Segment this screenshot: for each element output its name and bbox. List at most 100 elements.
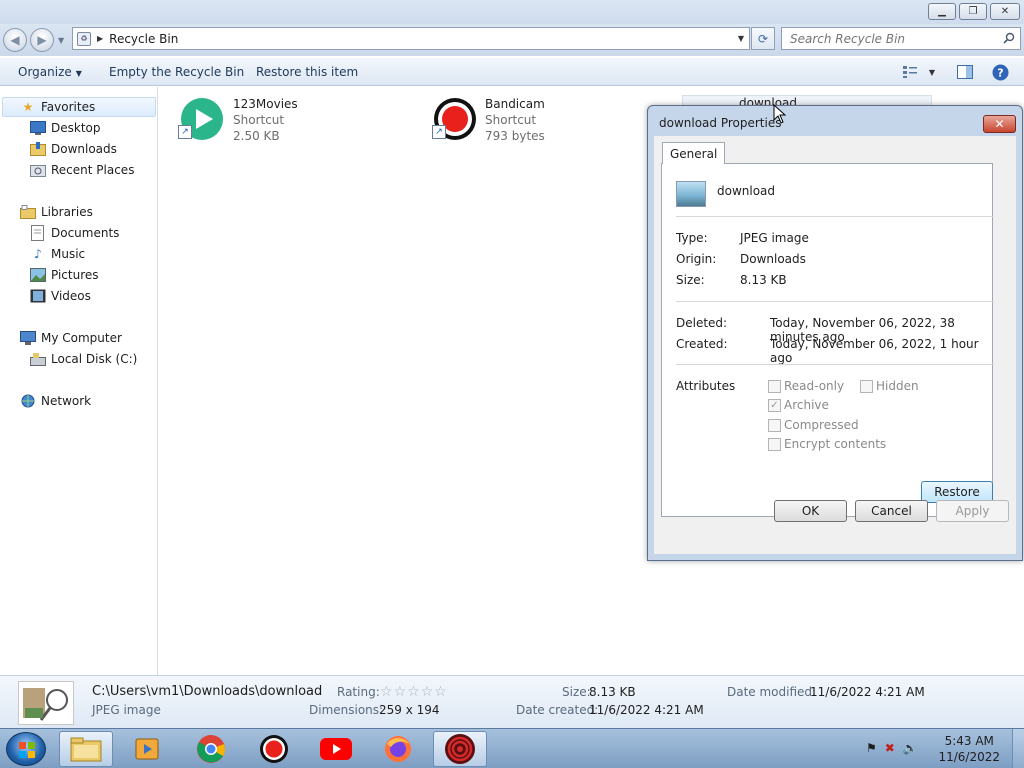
size-label: Size: — [562, 685, 591, 699]
star-icon[interactable]: ☆ — [407, 684, 421, 700]
file-tile-123movies[interactable]: ↗ 123Movies Shortcut 2.50 KB — [178, 97, 380, 153]
address-dropdown-icon[interactable]: ▼ — [738, 34, 744, 43]
nav-pictures[interactable]: Pictures — [30, 265, 99, 285]
volume-icon[interactable]: 🔈 — [903, 741, 918, 755]
nav-videos[interactable]: Videos — [30, 286, 91, 306]
start-button[interactable] — [6, 732, 46, 766]
file-tile-bandicam[interactable]: ↗ Bandicam Shortcut 793 bytes — [432, 97, 632, 153]
origin-value: Downloads — [740, 252, 806, 266]
cancel-button[interactable]: Cancel — [855, 500, 928, 522]
nav-videos-label: Videos — [51, 289, 91, 303]
nav-network[interactable]: Network — [20, 391, 91, 411]
organize-menu[interactable]: Organize ▼ — [18, 65, 82, 79]
system-tray: ⚑ ✖ 🔈 — [866, 741, 918, 755]
archive-checkbox[interactable]: ✓ Archive — [768, 398, 829, 412]
preview-pane-icon[interactable] — [955, 63, 975, 81]
file-name-value: download — [717, 184, 776, 198]
view-dropdown-icon[interactable]: ▼ — [922, 63, 942, 81]
date-created-value: 11/6/2022 4:21 AM — [589, 703, 704, 717]
checkbox-unchecked-icon — [860, 379, 873, 393]
action-center-flag-icon[interactable]: ⚑ — [866, 741, 877, 755]
search-box[interactable] — [781, 27, 1021, 50]
file-size: 2.50 KB — [233, 129, 280, 143]
nav-documents[interactable]: Documents — [30, 223, 119, 243]
downloads-folder-icon — [30, 141, 46, 157]
libraries-icon — [20, 204, 36, 220]
tab-general[interactable]: General — [662, 142, 726, 164]
dimensions-label: Dimensions: — [309, 703, 384, 717]
restore-button[interactable]: ❐ — [959, 3, 987, 20]
minimize-button[interactable]: ▁ — [928, 3, 956, 20]
help-icon[interactable]: ? — [990, 63, 1010, 81]
apply-button[interactable]: Apply — [936, 500, 1009, 522]
search-input[interactable] — [790, 31, 990, 46]
star-icon[interactable]: ☆ — [394, 684, 408, 700]
taskbar-chrome[interactable] — [184, 731, 238, 767]
hidden-checkbox[interactable]: Hidden — [860, 379, 919, 393]
nav-downloads[interactable]: Downloads — [30, 139, 117, 159]
show-desktop-button[interactable] — [1012, 729, 1024, 768]
forward-button[interactable]: ▶ — [30, 28, 54, 52]
dialog-close-button[interactable]: ✕ — [983, 115, 1016, 133]
compressed-checkbox[interactable]: Compressed — [768, 418, 859, 432]
nav-libraries[interactable]: Libraries — [20, 202, 93, 222]
clock-date: 11/6/2022 — [938, 750, 1000, 764]
checkbox-unchecked-icon — [768, 437, 781, 451]
nav-desktop[interactable]: Desktop — [30, 118, 101, 138]
recent-pages-dropdown[interactable]: ▼ — [58, 36, 64, 45]
spiral-app-icon — [445, 734, 475, 764]
folder-icon — [70, 737, 102, 762]
svg-text:?: ? — [997, 66, 1003, 79]
taskbar-explorer[interactable] — [59, 731, 113, 767]
rating-label: Rating: — [337, 685, 380, 699]
divider — [676, 364, 994, 365]
breadcrumb[interactable]: Recycle Bin — [109, 32, 178, 46]
nav-music[interactable]: ♪ Music — [30, 244, 85, 264]
rating-stars[interactable]: ☆☆☆☆☆ — [380, 684, 448, 700]
star-icon[interactable]: ☆ — [421, 684, 435, 700]
nav-local-disk[interactable]: Local Disk (C:) — [30, 349, 137, 369]
star-icon[interactable]: ☆ — [434, 684, 448, 700]
back-button[interactable]: ◀ — [3, 28, 27, 52]
readonly-checkbox[interactable]: Read-only — [768, 379, 844, 393]
clock[interactable]: 5:43 AM 11/6/2022 — [938, 733, 1000, 765]
search-icon[interactable] — [1003, 32, 1015, 44]
taskbar-media-player[interactable] — [121, 731, 175, 767]
date-modified-label: Date modified: — [727, 685, 817, 699]
star-icon[interactable]: ☆ — [380, 684, 394, 700]
organize-label: Organize — [18, 65, 72, 79]
properties-dialog: download Properties ✕ General download T… — [647, 105, 1023, 561]
breadcrumb-chevron-icon[interactable]: ▶ — [97, 34, 103, 43]
created-value: Today, November 06, 2022, 1 hour ago — [770, 337, 979, 365]
clock-time: 5:43 AM — [944, 734, 994, 748]
nav-favorites[interactable]: ★ Favorites — [2, 97, 156, 117]
taskbar-youtube[interactable] — [309, 731, 363, 767]
nav-recent-places[interactable]: Recent Places — [30, 160, 134, 180]
nav-my-computer[interactable]: My Computer — [20, 328, 122, 348]
file-type: Shortcut — [233, 113, 285, 127]
image-file-icon — [676, 181, 706, 207]
nav-downloads-label: Downloads — [51, 142, 117, 156]
nav-local-disk-label: Local Disk (C:) — [51, 352, 138, 366]
taskbar-app-101[interactable] — [433, 731, 487, 767]
file-name: Bandicam — [485, 97, 545, 111]
network-status-icon[interactable]: ✖ — [885, 741, 895, 755]
taskbar-firefox[interactable] — [371, 731, 425, 767]
encrypt-checkbox[interactable]: Encrypt contents — [768, 437, 886, 451]
empty-recycle-bin-button[interactable]: Empty the Recycle Bin — [109, 65, 244, 79]
checkbox-unchecked-icon — [768, 379, 781, 393]
restore-item-button[interactable]: Restore this item — [256, 65, 358, 79]
size-label: Size: — [676, 273, 705, 287]
view-options-icon[interactable] — [900, 63, 920, 81]
close-window-button[interactable]: ✕ — [990, 3, 1020, 20]
ok-button[interactable]: OK — [774, 500, 847, 522]
archive-label: Archive — [784, 398, 829, 412]
address-bar[interactable]: ♻ ▶ Recycle Bin ▼ — [72, 27, 750, 50]
mouse-cursor-icon — [773, 104, 787, 124]
taskbar-bandicam[interactable] — [247, 731, 301, 767]
refresh-button[interactable]: ⟳ — [751, 27, 775, 50]
windows-logo-icon — [19, 742, 35, 758]
navigation-pane: ★ Favorites Desktop Downloads Recent Plac… — [0, 87, 158, 675]
checkmark-icon: ✓ — [768, 398, 781, 412]
checkbox-unchecked-icon — [768, 418, 781, 432]
